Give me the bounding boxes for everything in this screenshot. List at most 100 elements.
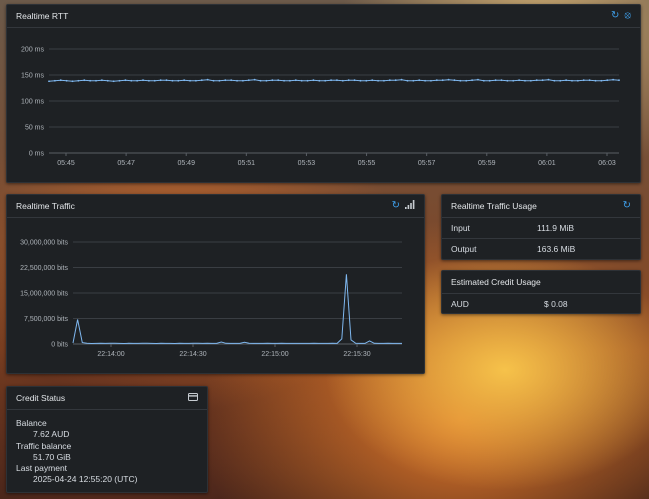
- signal-bars-icon[interactable]: [405, 200, 415, 212]
- rtt-data-point: [453, 79, 456, 82]
- rtt-data-point: [512, 79, 515, 82]
- traffic-y-tick-label: 0 bits: [51, 342, 68, 349]
- rtt-data-point: [253, 78, 256, 81]
- rtt-data-point: [535, 79, 538, 82]
- rtt-data-point: [459, 79, 462, 82]
- refresh-icon[interactable]: ↻: [623, 201, 631, 211]
- rtt-data-point: [482, 79, 485, 82]
- refresh-off-icon[interactable]: ⦻: [624, 11, 631, 21]
- rtt-x-tick-label: 05:47: [117, 160, 135, 167]
- rtt-data-point: [559, 79, 562, 82]
- last-payment-value: 2025-04-24 12:55:20 (UTC): [33, 474, 138, 485]
- rtt-y-tick-label: 0 ms: [29, 151, 45, 158]
- rtt-data-point: [300, 79, 303, 82]
- usage-row-output: Output 163.6 MiB: [442, 239, 640, 259]
- traffic-y-tick-label: 7,500,000 bits: [24, 316, 68, 323]
- rtt-data-point: [518, 79, 521, 82]
- rtt-data-point: [600, 79, 603, 82]
- rtt-x-tick-label: 05:45: [57, 160, 75, 167]
- rtt-series-line: [48, 79, 620, 82]
- rtt-data-point: [89, 79, 92, 82]
- traffic-panel: Realtime Traffic ↻ 0 bits 7,500,000 bits 1…: [6, 194, 425, 374]
- rtt-x-tick-label: 06:01: [538, 160, 556, 167]
- rtt-data-point: [259, 79, 262, 82]
- rtt-data-point: [118, 79, 121, 82]
- rtt-data-point: [524, 79, 526, 82]
- traffic-balance-label: Traffic balance: [16, 440, 72, 451]
- traffic-y-tick-label: 22,500,000 bits: [20, 265, 68, 272]
- rtt-data-point: [582, 79, 585, 82]
- rtt-data-point: [195, 79, 197, 82]
- traffic-panel-header: Realtime Traffic ↻: [7, 195, 424, 218]
- rtt-data-point: [65, 79, 68, 82]
- refresh-icon[interactable]: ↻: [611, 11, 619, 21]
- rtt-data-point: [430, 79, 432, 82]
- rtt-data-point: [330, 79, 332, 82]
- rtt-panel-title: Realtime RTT: [16, 11, 69, 21]
- traffic-x-tick-label: 22:14:00: [97, 351, 124, 358]
- rtt-data-point: [100, 79, 103, 82]
- rtt-data-point: [71, 80, 74, 83]
- rtt-data-point: [447, 78, 450, 81]
- usage-output-value: 163.6 MiB: [537, 244, 576, 254]
- rtt-x-tick-label: 06:03: [598, 160, 616, 167]
- credit-status-title: Credit Status: [16, 393, 66, 403]
- rtt-data-point: [277, 79, 280, 82]
- rtt-y-tick-label: 200 ms: [21, 47, 44, 54]
- usage-output-label: Output: [451, 244, 477, 254]
- rtt-data-point: [83, 79, 86, 82]
- rtt-data-point: [383, 79, 385, 82]
- rtt-data-point: [59, 79, 62, 82]
- credit-card-icon[interactable]: [188, 393, 198, 403]
- traffic-series-line: [72, 274, 402, 345]
- rtt-x-tick-label: 05:49: [177, 160, 195, 167]
- credit-status-body: Balance 7.62 AUD Traffic balance 51.70 G…: [7, 410, 207, 494]
- rtt-chart: 0 ms 50 ms 100 ms 150 ms 200 ms 05:45 05:47 05:…: [21, 47, 620, 167]
- rtt-panel: Realtime RTT ↻ ⦻ 0 ms 50 ms 100 ms 150 ms 20…: [6, 4, 641, 183]
- rtt-data-point: [488, 79, 491, 82]
- rtt-data-point: [283, 79, 285, 82]
- traffic-chart: 0 bits 7,500,000 bits 15,000,000 bits 22,50…: [20, 240, 402, 358]
- rtt-data-point: [365, 79, 368, 82]
- usage-input-value: 111.9 MiB: [537, 223, 575, 233]
- rtt-data-point: [435, 79, 438, 82]
- rtt-data-point: [106, 79, 109, 82]
- rtt-data-point: [206, 78, 209, 81]
- rtt-data-point: [312, 79, 315, 82]
- traffic-balance-value: 51.70 GiB: [33, 451, 71, 462]
- rtt-data-point: [471, 79, 473, 82]
- rtt-data-point: [48, 80, 50, 83]
- credit-usage-panel: Estimated Credit Usage AUD $ 0.08: [441, 270, 641, 314]
- rtt-data-point: [547, 78, 550, 81]
- usage-row-input: Input 111.9 MiB: [442, 218, 640, 239]
- balance-value: 7.62 AUD: [33, 429, 70, 440]
- rtt-data-point: [441, 79, 444, 82]
- rtt-data-point: [153, 79, 156, 82]
- rtt-y-tick-label: 150 ms: [21, 73, 44, 80]
- rtt-data-point: [271, 79, 274, 82]
- rtt-data-point: [477, 78, 479, 81]
- rtt-data-point: [553, 79, 556, 82]
- credit-usage-header: Estimated Credit Usage: [442, 271, 640, 294]
- rtt-x-tick-label: 05:51: [238, 160, 256, 167]
- rtt-data-point: [230, 79, 233, 82]
- rtt-data-point: [424, 79, 426, 82]
- rtt-data-point: [159, 79, 162, 82]
- rtt-data-point: [53, 79, 56, 82]
- rtt-data-point: [124, 79, 127, 82]
- rtt-data-point: [136, 79, 139, 82]
- traffic-x-tick-label: 22:14:30: [179, 351, 206, 358]
- credit-usage-value: $ 0.08: [544, 299, 568, 309]
- rtt-data-point: [606, 79, 609, 82]
- credit-usage-row: AUD $ 0.08: [442, 294, 640, 314]
- rtt-data-point: [142, 79, 144, 82]
- rtt-data-point: [289, 79, 291, 82]
- usage-input-label: Input: [451, 223, 470, 233]
- traffic-y-tick-label: 30,000,000 bits: [20, 240, 68, 247]
- rtt-data-point: [618, 79, 620, 82]
- refresh-icon[interactable]: ↻: [392, 201, 400, 211]
- usage-panel-header: Realtime Traffic Usage ↻: [442, 195, 640, 218]
- rtt-data-point: [183, 79, 186, 82]
- rtt-data-point: [112, 80, 115, 83]
- rtt-data-point: [218, 79, 221, 82]
